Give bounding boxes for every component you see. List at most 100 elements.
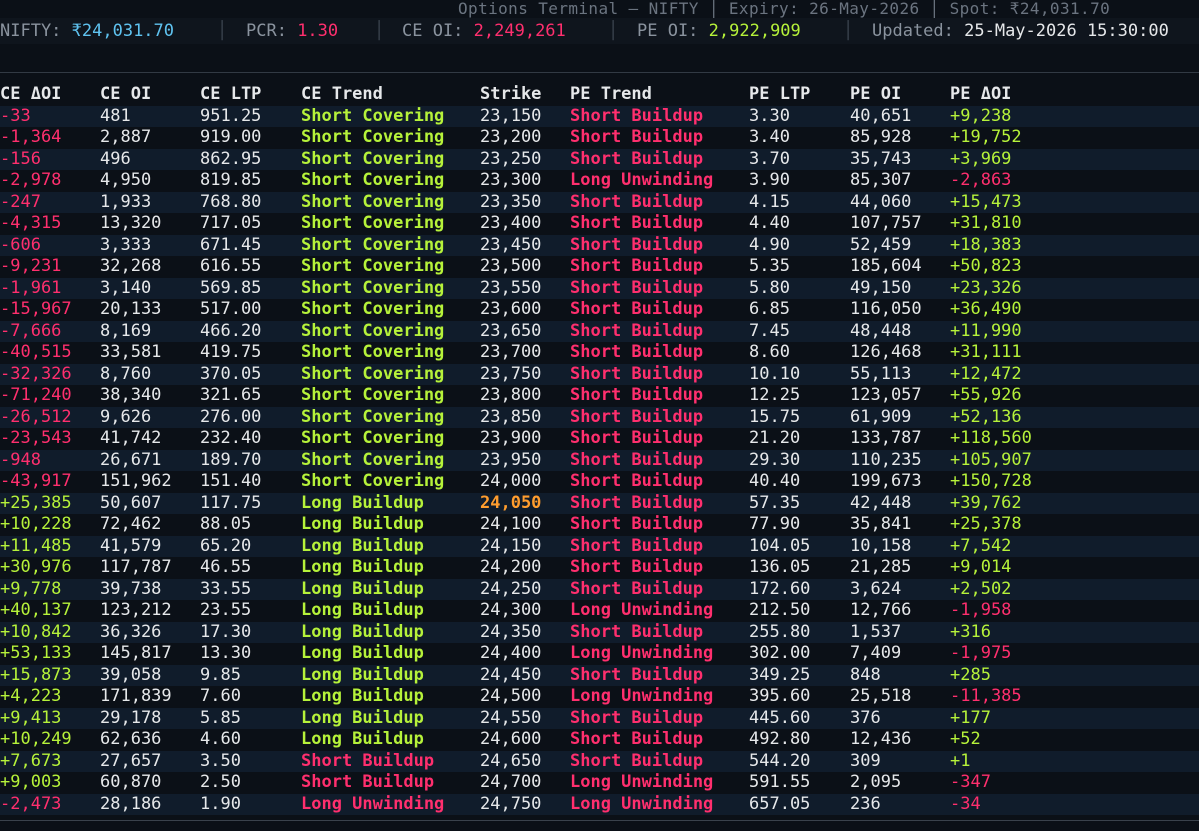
- table-row[interactable]: -9,231 32,268 616.55 Short Covering 23,500 Sh…: [0, 256, 1199, 278]
- ce-trend-cell: Short Covering: [301, 148, 445, 169]
- column-header-pe-delta-oi[interactable]: PE ΔOI: [950, 84, 1011, 106]
- table-row[interactable]: -606 3,333 671.45 Short Covering 23,450 Short…: [0, 234, 1199, 256]
- pcr-label: PCR:: [246, 21, 298, 41]
- pe-ltp-cell: 3.90: [749, 170, 790, 190]
- pe-oi-cell: 12,766: [850, 600, 912, 620]
- ce-ltp-cell: 3.50: [200, 750, 241, 771]
- ce-oi-cell: 171,839: [100, 686, 172, 706]
- table-row[interactable]: -2,978 4,950 819.85 Short Covering 23,300 Lon…: [0, 170, 1199, 192]
- ce-oi-cell: 41,579: [100, 535, 162, 556]
- pe-trend-cell: Short Buildup: [570, 234, 704, 255]
- ce-oi-cell: 3,140: [100, 277, 152, 298]
- pe-oi-cell: 40,651: [850, 105, 912, 126]
- column-header-ce-oi[interactable]: CE OI: [100, 84, 151, 106]
- table-row[interactable]: +9,003 60,870 2.50 Short Buildup 24,700 Long …: [0, 772, 1199, 794]
- column-header-pe-ltp[interactable]: PE LTP: [749, 84, 810, 106]
- ce-oi-cell: 29,178: [100, 707, 162, 728]
- table-row[interactable]: -156 496 862.95 Short Covering 23,250 Short B…: [0, 148, 1199, 170]
- column-header-strike[interactable]: Strike: [480, 84, 541, 106]
- strike-cell: 24,300: [480, 600, 542, 620]
- strike-cell: 23,800: [480, 385, 542, 405]
- ce-ltp-cell: 33.55: [200, 578, 252, 599]
- ce-ltp-cell: 9.85: [200, 664, 241, 685]
- table-row[interactable]: -4,315 13,320 717.05 Short Covering 23,400 Sh…: [0, 213, 1199, 235]
- table-row[interactable]: -43,917 151,962 151.40 Short Covering 24,000…: [0, 471, 1199, 493]
- ce-ltp-cell: 2.50: [200, 772, 241, 792]
- table-row[interactable]: +10,249 62,636 4.60 Long Buildup 24,600 Short…: [0, 729, 1199, 751]
- pe-ltp-cell: 3.40: [749, 127, 790, 147]
- column-header-ce-delta-oi[interactable]: CE ΔOI: [0, 84, 61, 106]
- table-row[interactable]: -32,326 8,760 370.05 Short Covering 23,750 Sh…: [0, 363, 1199, 385]
- table-row[interactable]: -7,666 8,169 466.20 Short Covering 23,650 Sho…: [0, 320, 1199, 342]
- table-row[interactable]: +25,385 50,607 117.75 Long Buildup 24,050 Sho…: [0, 492, 1199, 514]
- pe-ltp-cell: 21.20: [749, 428, 801, 448]
- pe-trend-cell: Short Buildup: [570, 578, 704, 599]
- pcr-stat: PCR: 1.30: [246, 18, 338, 44]
- table-row[interactable]: -1,961 3,140 569.85 Short Covering 23,550 Sho…: [0, 277, 1199, 299]
- column-header-ce-trend[interactable]: CE Trend: [301, 84, 383, 106]
- column-header-pe-trend[interactable]: PE Trend: [570, 84, 652, 106]
- table-row[interactable]: -2,473 28,186 1.90 Long Unwinding 24,750 Long…: [0, 793, 1199, 815]
- ce-trend-cell: Short Covering: [301, 471, 445, 491]
- pe-trend-cell: Short Buildup: [570, 342, 704, 362]
- pe-oi-cell: 21,285: [850, 557, 912, 577]
- pe-delta-oi-cell: +177: [950, 707, 991, 728]
- table-row[interactable]: -15,967 20,133 517.00 Short Covering 23,600 S…: [0, 299, 1199, 321]
- nifty-label: NIFTY:: [0, 21, 72, 41]
- pe-ltp-cell: 302.00: [749, 643, 811, 663]
- strike-cell: 23,650: [480, 320, 542, 341]
- strike-cell: 23,600: [480, 299, 542, 319]
- strike-cell: 24,650: [480, 750, 542, 771]
- pe-trend-cell: Short Buildup: [570, 191, 704, 212]
- pe-ltp-cell: 29.30: [749, 449, 801, 470]
- pe-ltp-cell: 395.60: [749, 686, 811, 706]
- table-row[interactable]: +9,413 29,178 5.85 Long Buildup 24,550 Short …: [0, 707, 1199, 729]
- table-row[interactable]: +30,976 117,787 46.55 Long Buildup 24,200 Sho…: [0, 557, 1199, 579]
- pe-oi-cell: 12,436: [850, 729, 912, 749]
- pe-delta-oi-cell: -1,958: [950, 600, 1012, 620]
- ce-oi-cell: 27,657: [100, 750, 162, 771]
- table-row[interactable]: +10,842 36,326 17.30 Long Buildup 24,350 Shor…: [0, 621, 1199, 643]
- table-row[interactable]: +9,778 39,738 33.55 Long Buildup 24,250 Short…: [0, 578, 1199, 600]
- table-row[interactable]: +53,133 145,817 13.30 Long Buildup 24,400 Lon…: [0, 643, 1199, 665]
- table-row[interactable]: -40,515 33,581 419.75 Short Covering 23,700 S…: [0, 342, 1199, 364]
- table-row[interactable]: +10,228 72,462 88.05 Long Buildup 24,100 Shor…: [0, 514, 1199, 536]
- ce-delta-oi-cell: +10,842: [0, 621, 72, 642]
- column-header-ce-ltp[interactable]: CE LTP: [200, 84, 261, 106]
- pe-trend-cell: Long Unwinding: [570, 600, 714, 620]
- pe-delta-oi-cell: +2,502: [950, 578, 1012, 599]
- ce-delta-oi-cell: -948: [0, 449, 41, 470]
- ce-ltp-cell: 321.65: [200, 385, 262, 405]
- table-row[interactable]: +15,873 39,058 9.85 Long Buildup 24,450 Short…: [0, 664, 1199, 686]
- table-row[interactable]: -1,364 2,887 919.00 Short Covering 23,200 Sho…: [0, 127, 1199, 149]
- table-row[interactable]: -26,512 9,626 276.00 Short Covering 23,850 Sh…: [0, 406, 1199, 428]
- ce-oi-cell: 8,760: [100, 363, 152, 384]
- ce-oi-cell: 2,887: [100, 127, 152, 147]
- ce-ltp-cell: 88.05: [200, 514, 252, 534]
- table-row[interactable]: -23,543 41,742 232.40 Short Covering 23,900 S…: [0, 428, 1199, 450]
- ce-oi-label: CE OI:: [402, 21, 474, 41]
- pe-trend-cell: Short Buildup: [570, 213, 704, 233]
- ce-delta-oi-cell: +10,249: [0, 729, 72, 749]
- table-row[interactable]: -71,240 38,340 321.65 Short Covering 23,800 S…: [0, 385, 1199, 407]
- ce-trend-cell: Short Covering: [301, 385, 445, 405]
- table-row[interactable]: +40,137 123,212 23.55 Long Buildup 24,300 Lon…: [0, 600, 1199, 622]
- table-row[interactable]: +11,485 41,579 65.20 Long Buildup 24,150 Shor…: [0, 535, 1199, 557]
- table-row[interactable]: -247 1,933 768.80 Short Covering 23,350 Short…: [0, 191, 1199, 213]
- table-row[interactable]: +4,223 171,839 7.60 Long Buildup 24,500 Long …: [0, 686, 1199, 708]
- pe-oi-cell: 10,158: [850, 535, 912, 556]
- pe-oi-cell: 123,057: [850, 385, 922, 405]
- pe-ltp-cell: 591.55: [749, 772, 811, 792]
- ce-delta-oi-cell: +4,223: [0, 686, 62, 706]
- table-row[interactable]: -33 481 951.25 Short Covering 23,150 Short Bu…: [0, 105, 1199, 127]
- table-row[interactable]: -948 26,671 189.70 Short Covering 23,950 Shor…: [0, 449, 1199, 471]
- pe-delta-oi-cell: +55,926: [950, 385, 1022, 405]
- pe-delta-oi-cell: -34: [950, 793, 981, 814]
- column-header-pe-oi[interactable]: PE OI: [850, 84, 901, 106]
- strike-cell: 23,850: [480, 406, 542, 427]
- ce-oi-cell: 20,133: [100, 299, 162, 319]
- table-row[interactable]: +7,673 27,657 3.50 Short Buildup 24,650 Short…: [0, 750, 1199, 772]
- strike-cell: 23,450: [480, 234, 542, 255]
- ce-trend-cell: Long Buildup: [301, 729, 424, 749]
- strike-cell: 23,400: [480, 213, 542, 233]
